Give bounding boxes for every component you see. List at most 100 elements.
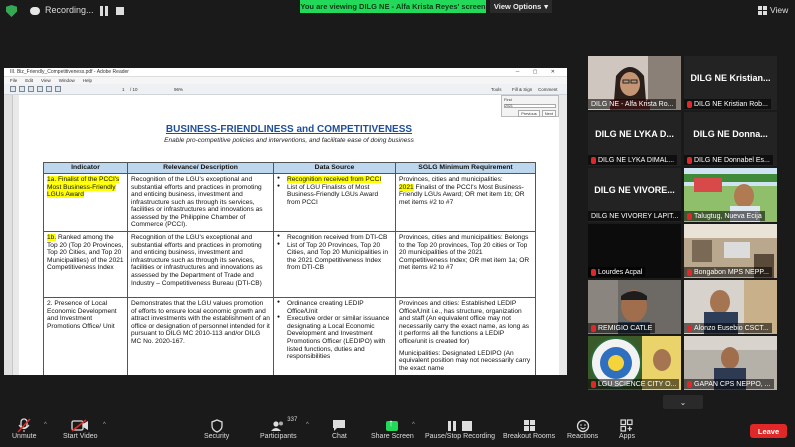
table-row: 1b. Ranked among the Top 20 (Top 20 Prov… <box>43 231 536 299</box>
participant-tile[interactable]: DILG NE LYKA D... DILG NE LYKA DIMAL... <box>588 112 681 166</box>
requirement-cell: Provinces, cities and municipalities: 202… <box>395 172 536 233</box>
participant-tile[interactable]: REMIGIO CATLE <box>588 280 681 334</box>
page-count: / 10 <box>130 87 138 92</box>
security-button[interactable]: Security <box>204 418 229 440</box>
email-icon[interactable] <box>37 86 43 92</box>
participant-tile[interactable]: Alonzo Eusebio CSCT... <box>684 280 777 334</box>
participant-name-text: DILG NE VIVOREY LAPIT... <box>591 212 679 220</box>
breakout-rooms-label: Breakout Rooms <box>503 433 556 440</box>
table-row: 1a. Finalist of the PCCI's Most Business… <box>43 172 536 233</box>
menu-edit[interactable]: Edit <box>25 78 33 83</box>
security-shield-icon[interactable] <box>6 5 17 17</box>
menu-view[interactable]: View <box>41 78 51 83</box>
start-video-button[interactable]: Start Video <box>63 418 98 440</box>
window-controls[interactable]: ─ ▢ ✕ <box>516 69 561 75</box>
reactions-label: Reactions <box>567 433 599 440</box>
pause-recording-icon[interactable] <box>99 6 109 16</box>
participants-button[interactable]: 337 Participants <box>260 417 297 440</box>
source-item: Ordinance creating LEDIP Office/Unit <box>277 300 392 315</box>
participant-name-label: Alonzo Eusebio CSCT... <box>684 323 772 333</box>
participant-tile[interactable]: LGU SCIENCE CITY O... <box>588 336 681 390</box>
pdf-window-title: III. Biz_Friendly_Competitiveness.pdf - … <box>10 69 129 75</box>
column-header-requirement: SGLG Minimum Requirement <box>395 162 536 174</box>
menu-window[interactable]: Window <box>59 78 75 83</box>
find-previous-button[interactable]: Previous <box>518 110 540 117</box>
view-button[interactable]: View <box>758 5 788 15</box>
view-options-button[interactable]: View Options ▾ <box>490 0 552 13</box>
participant-name-text: LGU SCIENCE CITY O... <box>598 380 677 388</box>
chat-button[interactable]: Chat <box>332 418 347 440</box>
shared-screen: III. Biz_Friendly_Competitiveness.pdf - … <box>4 68 567 375</box>
participant-name-text: DILG NE Kristian Rob... <box>694 100 768 108</box>
participant-tile[interactable]: DILG NE - Alfa Krista Ro... <box>588 56 681 110</box>
chevron-down-icon: ⌄ <box>679 397 687 407</box>
pdf-navigation-pane[interactable] <box>4 95 13 375</box>
comment-tab[interactable]: Comment <box>538 87 558 92</box>
apps-button[interactable]: Apps <box>619 418 635 440</box>
mic-muted-icon <box>687 324 692 332</box>
participant-tile[interactable]: DILG NE Donna... DILG NE Donnabel Es... <box>684 112 777 166</box>
share-options-caret[interactable]: ^ <box>412 422 415 428</box>
requirement-text: Provinces, cities and municipalities: <box>399 176 503 183</box>
save-icon[interactable] <box>19 86 25 92</box>
fill-sign-tab[interactable]: Fill & Sign <box>512 87 532 92</box>
pause-stop-recording-label: Pause/Stop Recording <box>425 433 496 440</box>
relevance-cell: Recognition of the LGU's exceptional and… <box>127 172 274 233</box>
video-options-caret[interactable]: ^ <box>103 422 106 428</box>
menu-file[interactable]: File <box>10 78 17 83</box>
mic-muted-icon <box>687 156 692 164</box>
indicator-text: Ranked among the Top 20 (Top 20 Province… <box>47 234 124 272</box>
participant-name-text: Talugtug, Nueva Ecija <box>694 212 762 220</box>
participants-icon: 337 <box>270 417 297 433</box>
stop-recording-icon[interactable] <box>116 7 124 15</box>
participant-tile[interactable]: GAPAN CPS NEPPO, ... <box>684 336 777 390</box>
find-next-button[interactable]: Next <box>541 110 556 117</box>
highlighted-text: Recognition received from PCCI <box>287 176 382 183</box>
relevance-cell: Demonstrates that the LGU values promoti… <box>127 297 274 375</box>
mic-muted-icon <box>687 212 692 220</box>
open-icon[interactable] <box>10 86 16 92</box>
meeting-controls: Unmute ^ Start Video ^ Security 337 Part… <box>0 414 795 447</box>
mic-muted-icon <box>591 380 596 388</box>
print-icon[interactable] <box>28 86 34 92</box>
grid-view-icon <box>758 5 767 15</box>
recording-cloud-icon <box>30 7 40 15</box>
participant-tile[interactable]: Talugtug, Nueva Ecija <box>684 168 777 222</box>
reactions-button[interactable]: Reactions <box>567 418 598 440</box>
participant-name-text: Lourdes Acpal <box>598 268 643 276</box>
next-page-icon[interactable] <box>55 86 61 92</box>
participant-tile[interactable]: DILG NE Kristian... DILG NE Kristian Rob.… <box>684 56 777 110</box>
participant-name-label: Talugtug, Nueva Ecija <box>684 211 765 221</box>
page-number-input[interactable]: 1 <box>122 87 125 92</box>
participant-tile[interactable]: Lourdes Acpal <box>588 224 681 278</box>
participant-name-text: Bongabon MPS NEPP... <box>694 268 769 276</box>
pause-stop-icon <box>447 418 473 433</box>
find-input[interactable]: 2021 <box>504 104 556 108</box>
pause-stop-recording-button[interactable]: Pause/Stop Recording <box>425 418 495 440</box>
participant-tile[interactable]: Bongabon MPS NEPP... <box>684 224 777 278</box>
indicator-cell: 1b. Ranked among the Top 20 (Top 20 Prov… <box>43 231 128 299</box>
prev-page-icon[interactable] <box>46 86 52 92</box>
participant-name-label: DILG NE - Alfa Krista Ro... <box>588 99 677 109</box>
participant-tile[interactable]: DILG NE VIVORE... DILG NE VIVOREY LAPIT..… <box>588 168 681 222</box>
mic-muted-icon <box>687 380 692 388</box>
breakout-rooms-button[interactable]: Breakout Rooms <box>503 418 555 440</box>
zoom-level[interactable]: 96% <box>174 87 183 92</box>
menu-help[interactable]: Help <box>83 78 92 83</box>
gallery-next-page-button[interactable]: ⌄ <box>663 395 703 409</box>
unmute-button[interactable]: Unmute <box>12 418 37 440</box>
participant-name-text: DILG NE LYKA DIMAL... <box>598 156 675 164</box>
participant-name-text: DILG NE - Alfa Krista Ro... <box>591 100 674 108</box>
relevance-cell: Recognition of the LGU's exceptional and… <box>127 231 274 299</box>
mic-muted-icon <box>591 324 596 332</box>
leave-button[interactable]: Leave <box>750 424 787 438</box>
tools-tab[interactable]: Tools <box>491 87 502 92</box>
zoom-window: Recording... You are viewing DILG NE - A… <box>0 0 795 447</box>
indicator-cell: 1a. Finalist of the PCCI's Most Business… <box>43 172 128 233</box>
video-off-icon <box>71 418 89 433</box>
shield-icon <box>210 418 223 433</box>
participant-display-name: DILG NE VIVORE... <box>594 185 675 195</box>
share-screen-button[interactable]: Share Screen <box>371 418 414 441</box>
audio-options-caret[interactable]: ^ <box>44 422 47 428</box>
participants-options-caret[interactable]: ^ <box>306 422 309 428</box>
